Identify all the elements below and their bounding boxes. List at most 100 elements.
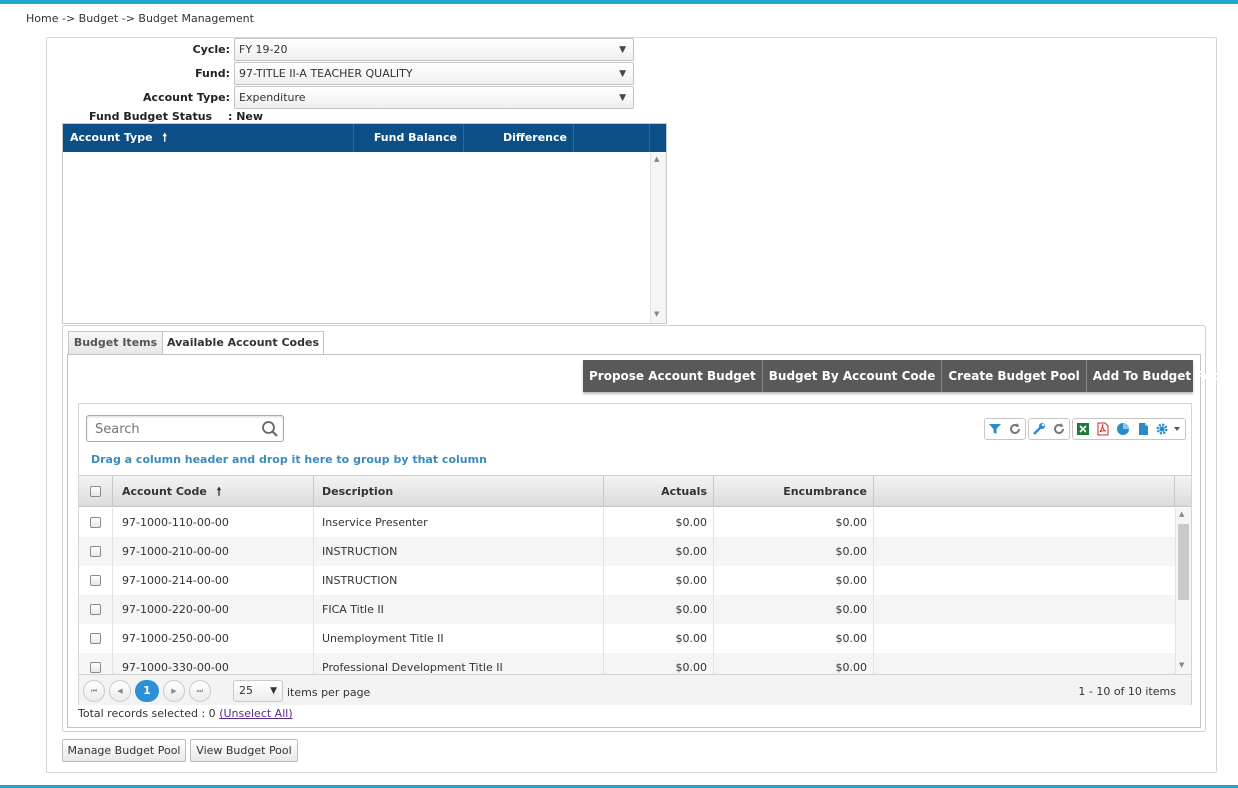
account-code-cell: 97-1000-214-00-00 bbox=[113, 566, 314, 595]
tab-available-account-codes[interactable]: Available Account Codes bbox=[162, 331, 324, 355]
chart-icon[interactable] bbox=[1113, 419, 1133, 439]
fund-value: 97-TITLE II-A TEACHER QUALITY bbox=[239, 67, 413, 80]
last-page-icon[interactable]: ⏭ bbox=[189, 680, 211, 702]
account-codes-rows: 97-1000-110-00-00 Inservice Presenter $0… bbox=[79, 508, 1175, 674]
unselect-all-link[interactable]: (Unselect All) bbox=[219, 707, 292, 720]
description-cell: Unemployment Title II bbox=[314, 624, 604, 653]
encumbrance-cell: $0.00 bbox=[714, 566, 874, 595]
account-code-cell: 97-1000-250-00-00 bbox=[113, 624, 314, 653]
table-row[interactable]: 97-1000-250-00-00 Unemployment Title II … bbox=[79, 624, 1175, 653]
cycle-label: Cycle: bbox=[192, 43, 230, 56]
row-checkbox[interactable] bbox=[90, 546, 101, 557]
account-type-select[interactable]: Expenditure ▼ bbox=[234, 86, 634, 109]
search-input[interactable] bbox=[93, 417, 263, 441]
create-budget-pool-button[interactable]: Create Budget Pool bbox=[942, 360, 1087, 392]
refresh-icon[interactable] bbox=[1049, 419, 1069, 439]
description-cell: FICA Title II bbox=[314, 595, 604, 624]
description-cell: Professional Development Title II bbox=[314, 653, 604, 674]
grid-pager: ⏮ ◀ 1 ▶ ⏭ 25 ▼ items per page 1 - 10 of … bbox=[79, 674, 1191, 705]
pdf-export-icon[interactable] bbox=[1093, 419, 1113, 439]
table-row[interactable]: 97-1000-330-00-00 Professional Developme… bbox=[79, 653, 1175, 674]
gear-icon[interactable] bbox=[1153, 419, 1185, 439]
page-size-value: 25 bbox=[239, 684, 253, 697]
description-cell: Inservice Presenter bbox=[314, 508, 604, 537]
total-selected-text: Total records selected : 0 bbox=[78, 707, 216, 720]
current-page-button[interactable]: 1 bbox=[135, 680, 159, 702]
first-page-icon[interactable]: ⏮ bbox=[83, 680, 105, 702]
column-header-empty bbox=[574, 124, 650, 152]
tab-budget-items[interactable]: Budget Items bbox=[68, 331, 163, 354]
page-size-select[interactable]: 25 ▼ bbox=[233, 680, 283, 702]
account-type-label: Account Type: bbox=[143, 91, 230, 104]
encumbrance-cell: $0.00 bbox=[714, 508, 874, 537]
scroll-up-icon[interactable]: ▲ bbox=[1179, 510, 1184, 518]
top-accent-bar bbox=[0, 0, 1238, 4]
actuals-cell: $0.00 bbox=[604, 566, 714, 595]
fund-select[interactable]: 97-TITLE II-A TEACHER QUALITY ▼ bbox=[234, 62, 634, 85]
view-budget-pool-button[interactable]: View Budget Pool bbox=[190, 739, 298, 762]
row-checkbox[interactable] bbox=[90, 662, 101, 673]
action-toolbar: Propose Account Budget Budget By Account… bbox=[583, 360, 1225, 392]
sort-ascending-icon: 🠕 bbox=[216, 485, 222, 498]
chevron-down-icon: ▼ bbox=[619, 69, 626, 79]
account-codes-grid-header: Account Code 🠕 Description Actuals Encum… bbox=[79, 475, 1191, 507]
column-header-actuals[interactable]: Actuals bbox=[604, 476, 714, 507]
wrench-icon[interactable] bbox=[1029, 419, 1049, 439]
column-header-account-code[interactable]: Account Code 🠕 bbox=[113, 476, 314, 507]
fund-budget-status-label: Fund Budget Status bbox=[89, 110, 213, 123]
description-cell: INSTRUCTION bbox=[314, 566, 604, 595]
budget-by-account-code-button[interactable]: Budget By Account Code bbox=[763, 360, 943, 392]
chevron-down-icon: ▼ bbox=[619, 45, 626, 55]
column-header-description[interactable]: Description bbox=[314, 476, 604, 507]
excel-export-icon[interactable] bbox=[1073, 419, 1093, 439]
table-row[interactable]: 97-1000-214-00-00 INSTRUCTION $0.00 $0.0… bbox=[79, 566, 1175, 595]
description-cell: INSTRUCTION bbox=[314, 537, 604, 566]
account-type-value: Expenditure bbox=[239, 91, 306, 104]
chevron-down-icon: ▼ bbox=[619, 93, 626, 103]
row-checkbox[interactable] bbox=[90, 633, 101, 644]
column-header-account-type[interactable]: Account Type 🠕 bbox=[63, 124, 354, 152]
tabs-panel: Budget Items Available Account Codes Pro… bbox=[62, 325, 1225, 732]
actuals-cell: $0.00 bbox=[604, 595, 714, 624]
encumbrance-cell: $0.00 bbox=[714, 624, 874, 653]
sort-ascending-icon: 🠕 bbox=[162, 131, 168, 144]
search-icon[interactable] bbox=[261, 420, 279, 438]
previous-page-icon[interactable]: ◀ bbox=[109, 680, 131, 702]
available-account-codes-content: Propose Account Budget Budget By Account… bbox=[67, 354, 1225, 728]
manage-budget-pool-button[interactable]: Manage Budget Pool bbox=[62, 739, 186, 762]
filter-icon[interactable] bbox=[985, 419, 1005, 439]
scroll-down-icon[interactable]: ▼ bbox=[654, 310, 659, 318]
cycle-select[interactable]: FY 19-20 ▼ bbox=[234, 38, 634, 61]
table-row[interactable]: 97-1000-220-00-00 FICA Title II $0.00 $0… bbox=[79, 595, 1175, 624]
total-selected: Total records selected : 0 (Unselect All… bbox=[78, 707, 293, 720]
encumbrance-cell: $0.00 bbox=[714, 537, 874, 566]
row-checkbox[interactable] bbox=[90, 604, 101, 615]
add-to-budget-pool-button[interactable]: Add To Budget Pool bbox=[1087, 360, 1231, 392]
document-icon[interactable] bbox=[1133, 419, 1153, 439]
fund-label: Fund: bbox=[195, 67, 230, 80]
column-header-encumbrance[interactable]: Encumbrance bbox=[714, 476, 874, 507]
column-header-difference[interactable]: Difference bbox=[464, 124, 574, 152]
items-per-page-label: items per page bbox=[287, 686, 371, 699]
propose-account-budget-button[interactable]: Propose Account Budget bbox=[583, 360, 763, 392]
account-code-cell: 97-1000-210-00-00 bbox=[113, 537, 314, 566]
scrollbar-thumb[interactable] bbox=[1178, 524, 1189, 600]
settings-group bbox=[1028, 418, 1070, 440]
fund-budget-status-value: : New bbox=[228, 110, 264, 123]
account-codes-scrollbar[interactable]: ▲ ▼ bbox=[1175, 508, 1191, 674]
select-all-checkbox[interactable] bbox=[90, 486, 101, 497]
next-page-icon[interactable]: ▶ bbox=[163, 680, 185, 702]
table-row[interactable]: 97-1000-110-00-00 Inservice Presenter $0… bbox=[79, 508, 1175, 537]
row-checkbox[interactable] bbox=[90, 575, 101, 586]
column-header-fund-balance[interactable]: Fund Balance bbox=[354, 124, 464, 152]
scroll-down-icon[interactable]: ▼ bbox=[1179, 661, 1184, 669]
row-checkbox[interactable] bbox=[90, 517, 101, 528]
cycle-value: FY 19-20 bbox=[239, 43, 288, 56]
fund-summary-scrollbar[interactable]: ▲ ▼ bbox=[650, 152, 666, 323]
scroll-up-icon[interactable]: ▲ bbox=[654, 155, 659, 163]
actuals-cell: $0.00 bbox=[604, 537, 714, 566]
table-row[interactable]: 97-1000-210-00-00 INSTRUCTION $0.00 $0.0… bbox=[79, 537, 1175, 566]
chevron-down-icon: ▼ bbox=[270, 686, 277, 696]
pager-info: 1 - 10 of 10 items bbox=[1078, 685, 1176, 698]
clear-filter-icon[interactable] bbox=[1005, 419, 1025, 439]
